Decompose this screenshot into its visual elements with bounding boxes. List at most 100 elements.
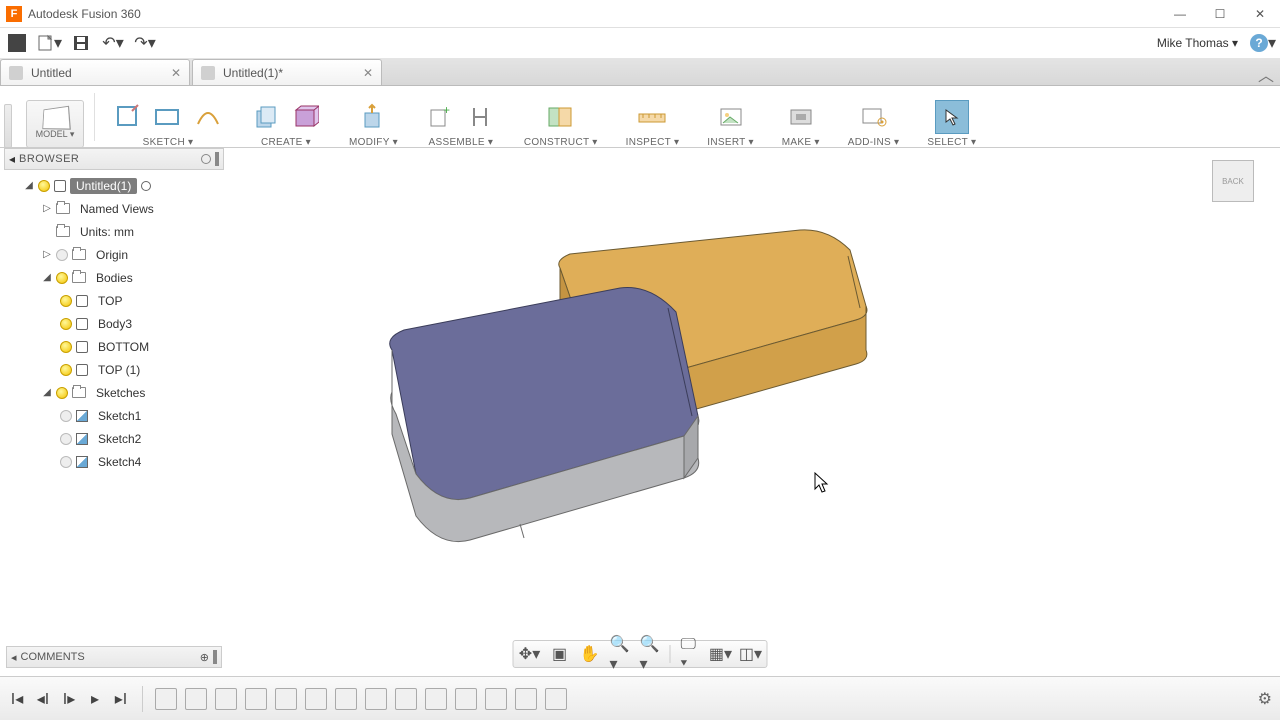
tree-node-body[interactable]: Body3	[4, 312, 224, 335]
model-workspace-button[interactable]: MODEL ▾	[26, 100, 84, 148]
tree-node-sketch[interactable]: Sketch2	[4, 427, 224, 450]
grid-settings-button[interactable]: ▦▾	[711, 644, 731, 664]
fit-button[interactable]: 🔍▾	[640, 644, 660, 664]
help-button[interactable]: ?▾	[1250, 30, 1276, 56]
timeline-play-button[interactable]: I▸	[60, 690, 78, 708]
bulb-icon[interactable]	[60, 341, 72, 353]
tree-node-units[interactable]: Units: mm	[4, 220, 224, 243]
pan-button[interactable]: ✋	[580, 644, 600, 664]
timeline-feature[interactable]	[455, 688, 477, 710]
tree-node-origin[interactable]: ▷ Origin	[4, 243, 224, 266]
insert-decal-button[interactable]	[716, 102, 746, 132]
minimize-button[interactable]: —	[1160, 0, 1200, 28]
app-title: Autodesk Fusion 360	[28, 7, 1160, 21]
tree-node-body[interactable]: BOTTOM	[4, 335, 224, 358]
display-settings-button[interactable]: 🖵▾	[681, 644, 701, 664]
measure-button[interactable]	[637, 102, 667, 132]
browser-header[interactable]: ◂ BROWSER	[4, 148, 224, 170]
workspace-switcher[interactable]	[2, 86, 20, 148]
bulb-icon[interactable]	[56, 387, 68, 399]
three-d-print-button[interactable]	[786, 102, 816, 132]
tree-node-body[interactable]: TOP	[4, 289, 224, 312]
timeline-feature[interactable]	[365, 688, 387, 710]
timeline-feature[interactable]	[185, 688, 207, 710]
node-label: Sketch1	[92, 408, 147, 424]
maximize-button[interactable]: ☐	[1200, 0, 1240, 28]
timeline-feature[interactable]	[245, 688, 267, 710]
timeline-step-fwd-button[interactable]: ▸	[86, 690, 104, 708]
orbit-button[interactable]: ✥▾	[520, 644, 540, 664]
bulb-icon[interactable]	[60, 318, 72, 330]
tab-close-button[interactable]: ✕	[363, 66, 373, 80]
rectangle-button[interactable]	[153, 102, 183, 132]
bulb-icon[interactable]	[56, 272, 68, 284]
node-label: BOTTOM	[92, 339, 155, 355]
comments-panel[interactable]: ◂ COMMENTS ⊕	[6, 646, 222, 668]
activate-radio[interactable]	[141, 181, 151, 191]
viewcube-face[interactable]: BACK	[1212, 160, 1254, 202]
tree-node-sketch[interactable]: Sketch4	[4, 450, 224, 473]
comments-pin-icon[interactable]	[213, 650, 217, 664]
bulb-icon[interactable]	[60, 410, 72, 422]
bulb-icon[interactable]	[56, 249, 68, 261]
file-menu-button[interactable]: ▾	[36, 30, 62, 56]
timeline-feature[interactable]	[215, 688, 237, 710]
bulb-icon[interactable]	[60, 364, 72, 376]
timeline-end-button[interactable]: ▸I	[112, 690, 130, 708]
timeline-start-button[interactable]: I◂	[8, 690, 26, 708]
data-panel-button[interactable]	[4, 30, 30, 56]
extrude-button[interactable]	[251, 102, 281, 132]
timeline-step-back-button[interactable]: ◂I	[34, 690, 52, 708]
browser-collapse-icon[interactable]: ◂	[9, 152, 15, 166]
press-pull-button[interactable]	[358, 102, 388, 132]
tree-node-sketch[interactable]: Sketch1	[4, 404, 224, 427]
timeline-feature[interactable]	[155, 688, 177, 710]
offset-plane-button[interactable]	[546, 102, 576, 132]
tree-node-sketches[interactable]: ◢ Sketches	[4, 381, 224, 404]
add-comment-icon[interactable]: ⊕	[200, 651, 209, 664]
select-button[interactable]	[935, 100, 969, 134]
save-button[interactable]	[68, 30, 94, 56]
zoom-button[interactable]: 🔍▾	[610, 644, 630, 664]
title-bar: F Autodesk Fusion 360 — ☐ ✕	[0, 0, 1280, 28]
arc-button[interactable]	[193, 102, 223, 132]
document-tab[interactable]: Untitled(1)* ✕	[192, 59, 382, 85]
create-sketch-button[interactable]	[113, 102, 143, 132]
joint-button[interactable]	[466, 102, 496, 132]
bulb-icon[interactable]	[38, 180, 50, 192]
timeline-settings-button[interactable]: ⚙	[1258, 689, 1272, 709]
tree-root[interactable]: ◢ Untitled(1)	[4, 174, 224, 197]
undo-button[interactable]: ↶▾	[100, 30, 126, 56]
scripts-button[interactable]	[859, 102, 889, 132]
browser-pin-icon[interactable]	[215, 152, 219, 166]
look-at-button[interactable]: ▣	[550, 644, 570, 664]
tree-node-bodies[interactable]: ◢ Bodies	[4, 266, 224, 289]
document-tab[interactable]: Untitled ✕	[0, 59, 190, 85]
bulb-icon[interactable]	[60, 295, 72, 307]
timeline-feature[interactable]	[485, 688, 507, 710]
timeline-feature[interactable]	[425, 688, 447, 710]
timeline-feature[interactable]	[275, 688, 297, 710]
new-component-button[interactable]: +	[426, 102, 456, 132]
timeline-feature[interactable]	[305, 688, 327, 710]
viewcube[interactable]: BACK	[1206, 154, 1262, 210]
timeline-feature[interactable]	[515, 688, 537, 710]
comments-title: COMMENTS	[21, 651, 196, 663]
redo-button[interactable]: ↷▾	[132, 30, 158, 56]
cube-icon	[42, 106, 71, 130]
close-button[interactable]: ✕	[1240, 0, 1280, 28]
collapse-ribbon-button[interactable]: ︿	[1258, 62, 1274, 86]
tree-node-named-views[interactable]: ▷ Named Views	[4, 197, 224, 220]
box-button[interactable]	[291, 102, 321, 132]
browser-settings-icon[interactable]	[201, 154, 211, 164]
user-menu[interactable]: Mike Thomas ▾	[1151, 36, 1244, 50]
bulb-icon[interactable]	[60, 433, 72, 445]
bulb-icon[interactable]	[60, 456, 72, 468]
timeline-feature[interactable]	[545, 688, 567, 710]
tab-close-button[interactable]: ✕	[171, 66, 181, 80]
tree-node-body[interactable]: TOP (1)	[4, 358, 224, 381]
viewport-layout-button[interactable]: ◫▾	[741, 644, 761, 664]
timeline-feature[interactable]	[335, 688, 357, 710]
timeline-feature[interactable]	[395, 688, 417, 710]
comments-collapse-icon[interactable]: ◂	[11, 651, 17, 664]
